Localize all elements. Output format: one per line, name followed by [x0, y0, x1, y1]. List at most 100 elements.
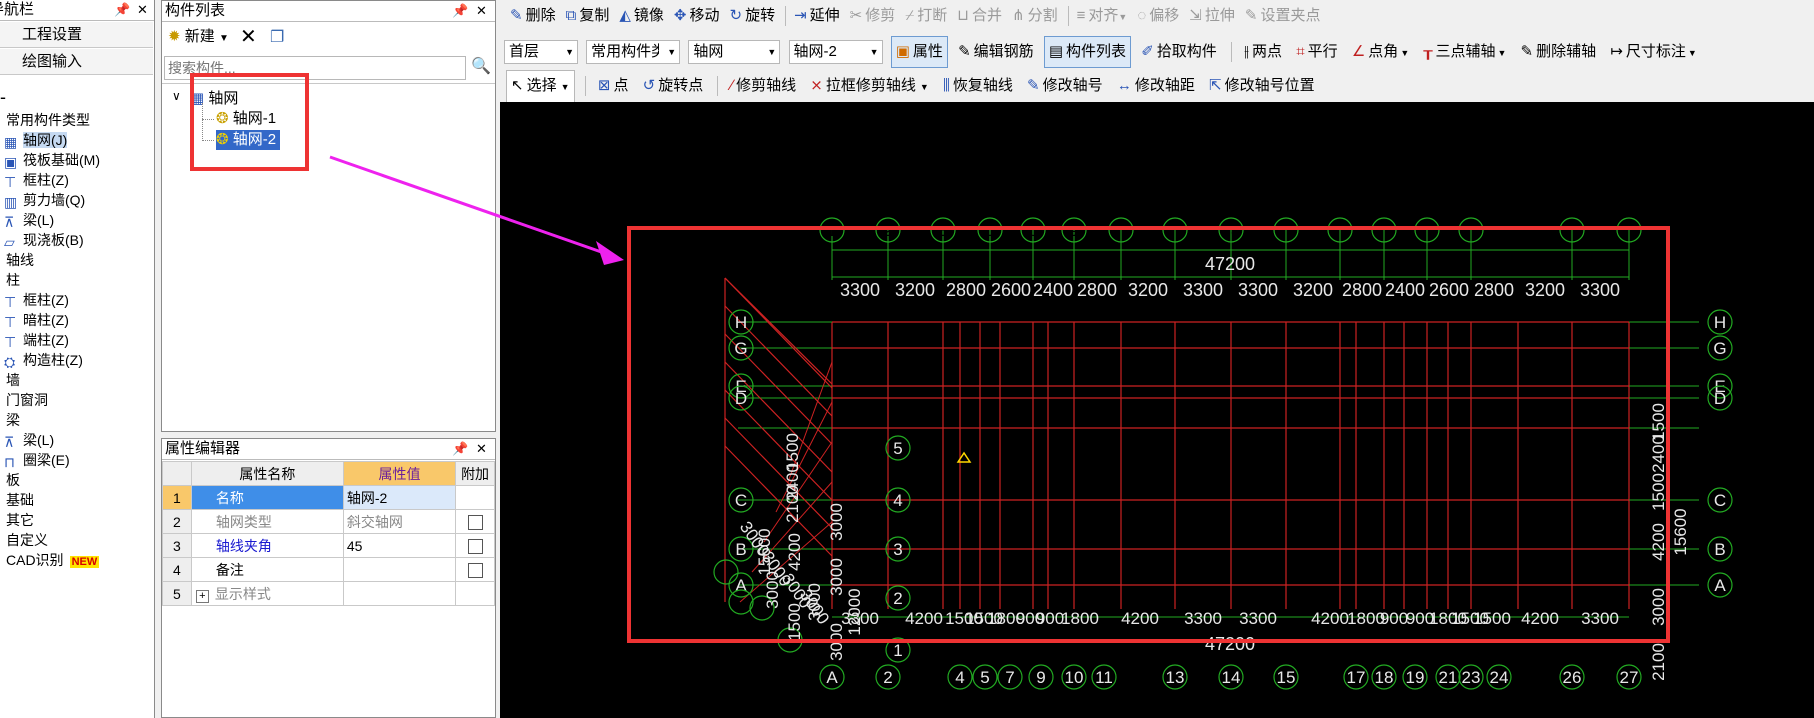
dimension-text: 2800 [1077, 280, 1117, 300]
eraser-button[interactable]: ✎ 删除 [506, 1, 560, 31]
nav-item[interactable]: 门窗洞 [6, 390, 48, 410]
drawing-input-button[interactable]: 绘图输入 [0, 49, 153, 75]
select-button[interactable]: ↖ 选择 ▼ [506, 70, 575, 103]
property-row[interactable]: 4 备注 [162, 557, 495, 582]
grid-drawing[interactable]: 1 2 3 5 6 9 12 13 14 15 16 20 22 23 26 27A 2 4 5 7 9 10 11 13 14… [500, 102, 1814, 718]
point-button[interactable]: ⊠ 点 [594, 71, 633, 101]
extra-checkbox[interactable] [467, 562, 483, 578]
property-value[interactable]: 45 [342, 533, 457, 558]
stretch-button[interactable]: ⇲ 拉伸 [1185, 1, 1239, 31]
floor-select[interactable]: 首层 ▼ [504, 40, 578, 65]
nav-item[interactable]: 常用构件类型 [6, 110, 90, 130]
pencil-icon: ✎ [958, 43, 971, 60]
restore-axis-button[interactable]: ⫼ 恢复轴线 [939, 71, 1017, 101]
nav-item[interactable]: 自定义 [6, 530, 48, 550]
copy-component-icon[interactable]: ❐ [270, 27, 284, 47]
nav-item[interactable]: ⊓ 圈梁(E) [4, 450, 70, 470]
nav-item[interactable]: 板 [6, 470, 20, 490]
two-point-button[interactable]: ⫲ 两点 [1240, 37, 1286, 67]
nav-item[interactable]: ⊤ 框柱(Z) [4, 170, 69, 190]
nav-item[interactable]: 梁 [6, 410, 20, 430]
nav-item[interactable]: 基础 [6, 490, 34, 510]
merge-button[interactable]: ⊔ 合并 [953, 1, 1006, 31]
edit-axis-distance-button[interactable]: ↔ 修改轴距 [1113, 71, 1199, 101]
trim-axis-button[interactable]: ∕ 修剪轴线 [727, 71, 801, 101]
box-trim-axis-button[interactable]: ⨯ 拉框修剪轴线 ▼ [806, 71, 933, 102]
project-settings-button[interactable]: 工程设置 [0, 22, 153, 48]
pin-icon[interactable]: 📌 [452, 439, 468, 459]
nav-item[interactable]: ▱ 现浇板(B) [4, 230, 84, 250]
edit-rebar-button[interactable]: ✎ 编辑钢筋 [954, 37, 1038, 67]
nav-item[interactable]: 柱 [6, 270, 20, 290]
property-value[interactable] [342, 581, 457, 606]
axis-label: 5 [980, 668, 989, 687]
move-button[interactable]: ✥ 移动 [670, 1, 724, 31]
edit-axis-label-pos-button[interactable]: ⇱ 修改轴号位置 [1205, 71, 1319, 101]
nav-item[interactable]: ▦ 轴网(J) [4, 130, 68, 150]
parallel-button[interactable]: ⌗ 平行 [1292, 37, 1341, 67]
mirror-button[interactable]: ◭ 镜像 [615, 1, 668, 31]
tree-collapse-icon[interactable]: ∨ [172, 89, 181, 103]
extra-checkbox[interactable] [467, 514, 483, 530]
extra-checkbox[interactable] [467, 538, 483, 554]
extend-button[interactable]: ⇥ 延伸 [790, 1, 844, 31]
rotate-button[interactable]: ↻ 旋转 [725, 1, 779, 31]
nav-item[interactable]: CAD识别 NEW [6, 550, 100, 570]
axis-label: 11 [1095, 668, 1113, 687]
close-icon[interactable]: ✕ [476, 439, 487, 459]
expand-icon[interactable]: + [195, 589, 209, 603]
close-icon[interactable]: ✕ [476, 1, 487, 21]
pin-icon[interactable]: 📌 [452, 1, 468, 21]
nav-item[interactable]: ▥ 剪力墙(Q) [4, 190, 85, 210]
property-row[interactable]: 2 轴网类型 斜交轴网 [162, 509, 495, 534]
property-row[interactable]: 3 轴线夹角 45 [162, 533, 495, 558]
row-number: 4 [162, 557, 192, 582]
nav-item[interactable]: 其它 [6, 510, 34, 530]
delete-aux-axis-button[interactable]: ✎ 删除辅轴 [1517, 37, 1601, 67]
edit-distance-icon: ↔ [1116, 77, 1132, 94]
nav-item[interactable]: 轴线 [6, 250, 34, 270]
nav-item[interactable]: ⊤ 暗柱(Z) [4, 310, 69, 330]
split-button[interactable]: ⋔ 分割 [1008, 1, 1062, 31]
pin-icon[interactable]: 📌 [114, 0, 130, 20]
delete-icon[interactable]: ✕ [240, 24, 257, 49]
category-select[interactable]: 常用构件类型 ▼ [586, 40, 681, 65]
type-select[interactable]: 轴网 ▼ [688, 40, 781, 65]
drawing-canvas[interactable]: 1 2 3 5 6 9 12 13 14 15 16 20 22 23 26 27 A 2 4 5 7 9 10 11 13 14… [500, 102, 1814, 718]
property-row[interactable]: 1 名称 轴网-2 [162, 485, 495, 510]
break-button[interactable]: ⌿ 打断 [901, 1, 951, 31]
nav-item[interactable]: ▣ 筏板基础(M) [4, 150, 100, 170]
edit-axis-label-button[interactable]: ✎ 修改轴号 [1023, 71, 1107, 101]
axis-label: 13 [1166, 668, 1185, 687]
three-point-axis-button[interactable]: ┰ 三点辅轴 ▼ [1419, 37, 1510, 68]
align-button[interactable]: ≡ 对齐▼ [1073, 1, 1132, 32]
nav-item[interactable]: ⊼ 梁(L) [4, 430, 54, 450]
properties-button[interactable]: ▣ 属性 [890, 36, 948, 68]
new-component-button[interactable]: ✹ 新建 ▼ [168, 26, 229, 48]
box-trim-icon: ⨯ [810, 77, 823, 94]
nav-item[interactable]: ⛭ 构造柱(Z) [4, 350, 83, 370]
rotate-point-button[interactable]: ↺ 旋转点 [639, 71, 708, 101]
pick-component-button[interactable]: ✐ 拾取构件 [1137, 37, 1221, 67]
item-select[interactable]: 轴网-2 ▼ [788, 40, 883, 65]
offset-button[interactable]: ◌ 偏移 [1133, 1, 1183, 31]
property-value[interactable] [342, 557, 457, 582]
nav-item[interactable]: ⊤ 端柱(Z) [4, 330, 69, 350]
grip-button[interactable]: ✎ 设置夹点 [1241, 1, 1325, 31]
property-name-cell: 名称 [190, 485, 344, 510]
dimension-button[interactable]: ↦ 尺寸标注 ▼ [1606, 37, 1701, 68]
nav-item[interactable]: ⊤ 框柱(Z) [4, 290, 69, 310]
dropdown-arrow-icon: ▼ [667, 47, 677, 58]
point-angle-button[interactable]: ∠ 点角 ▼ [1348, 37, 1413, 68]
search-icon[interactable]: 🔍 [468, 56, 494, 80]
trim-button[interactable]: ✂ 修剪 [846, 1, 900, 31]
nav-item[interactable]: 墙 [6, 370, 20, 390]
close-icon[interactable]: ✕ [137, 0, 148, 20]
component-list-button[interactable]: ▤ 构件列表 [1043, 36, 1132, 68]
collapse-marker[interactable]: - [0, 88, 6, 106]
property-row[interactable]: 5 + 显示样式 [162, 581, 495, 606]
property-value[interactable]: 斜交轴网 [342, 509, 457, 534]
property-value[interactable]: 轴网-2 [342, 485, 457, 510]
copy-button[interactable]: ⧉ 复制 [562, 1, 614, 31]
nav-item[interactable]: ⊼ 梁(L) [4, 210, 54, 230]
